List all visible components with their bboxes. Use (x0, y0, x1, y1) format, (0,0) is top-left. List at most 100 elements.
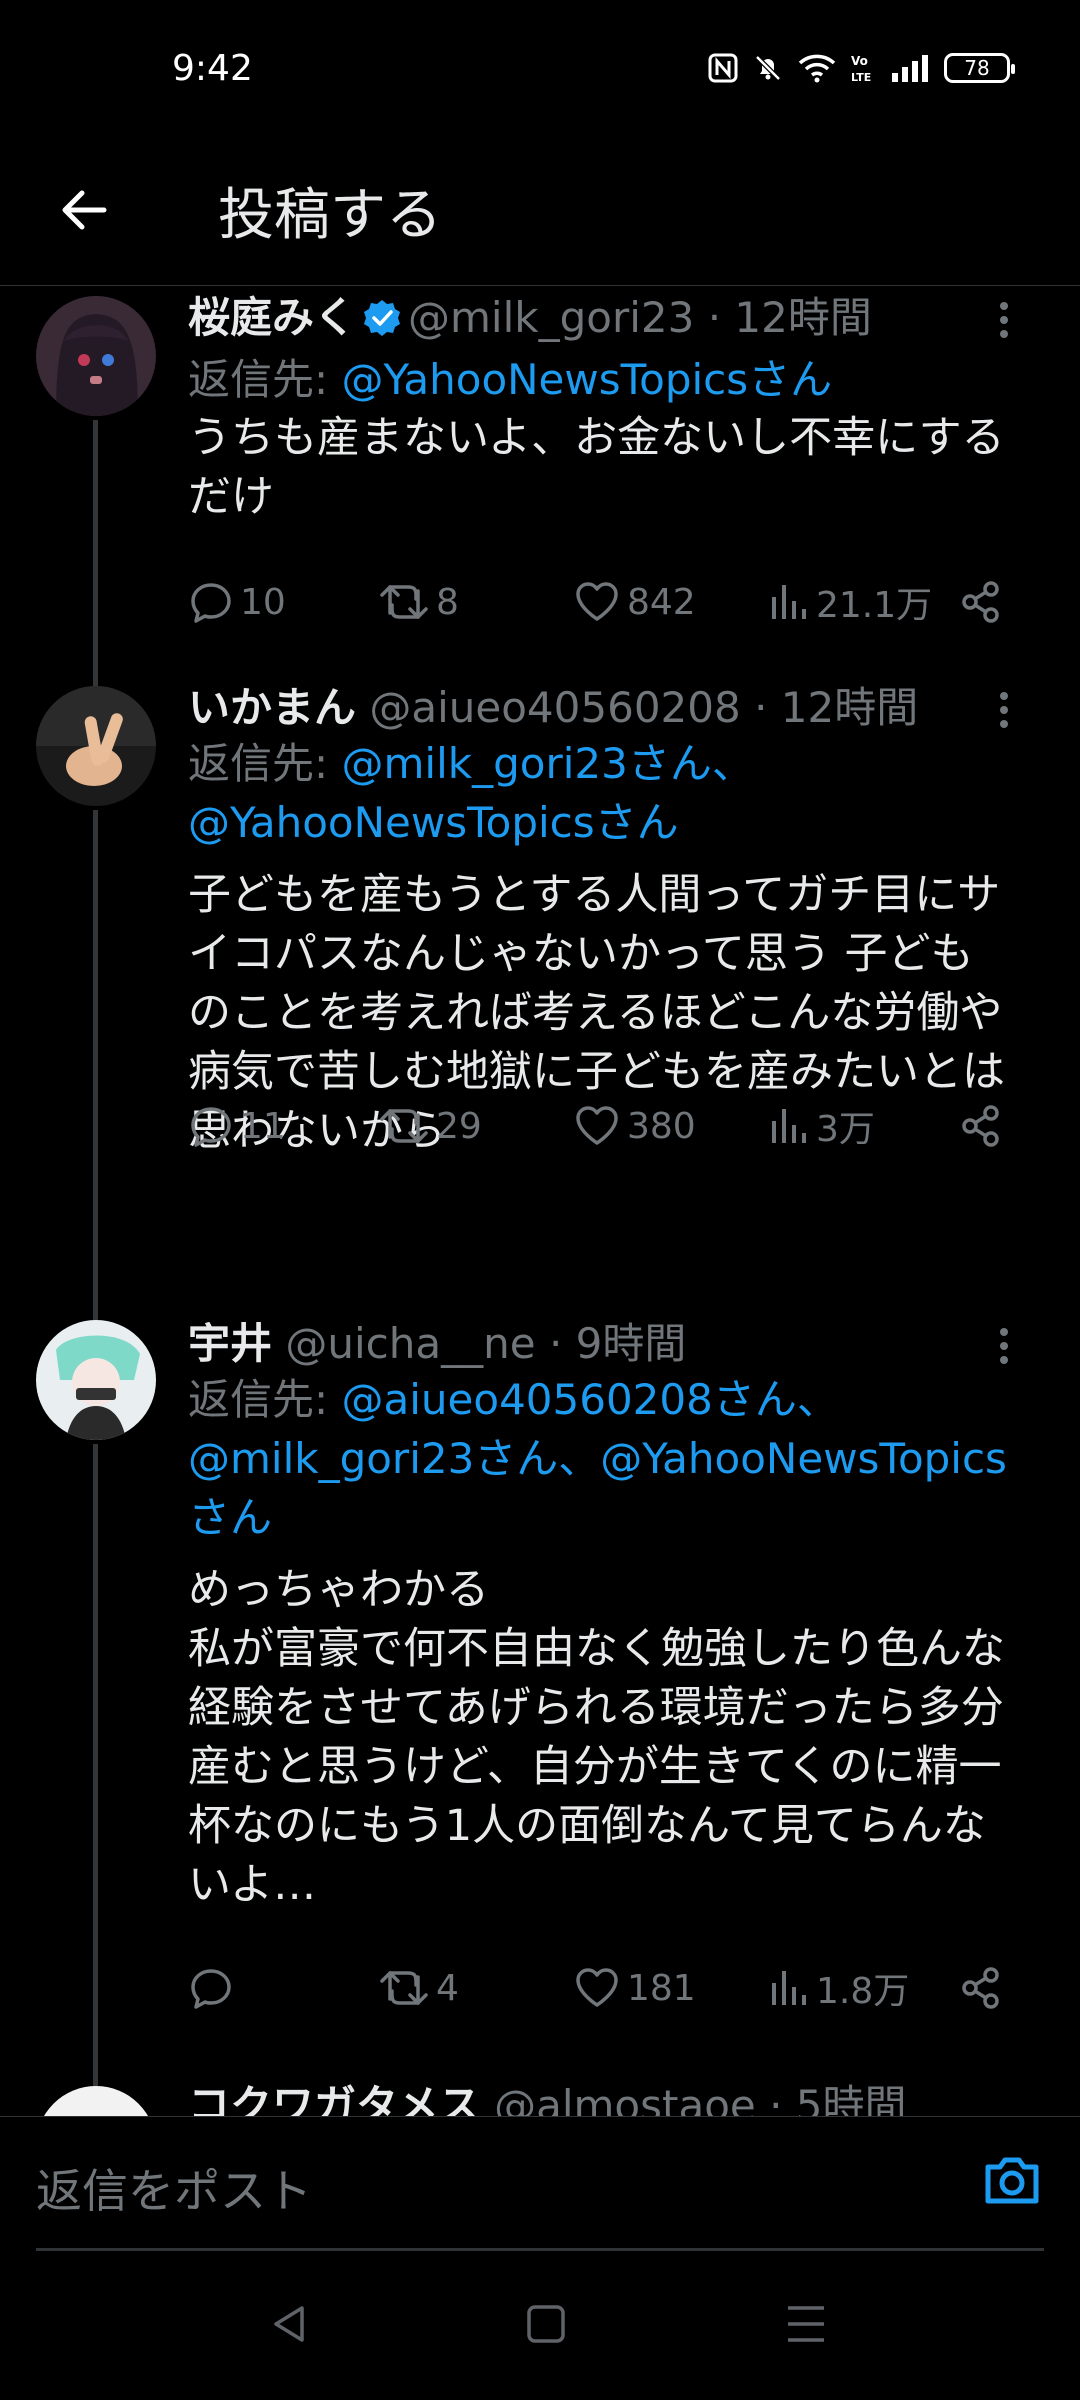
more-options-icon[interactable] (984, 1322, 1024, 1370)
reply-to-label: 返信先: (188, 739, 342, 788)
share-button[interactable] (958, 1965, 1004, 2011)
mention-link[interactable]: @YahooNewsTopicsさん (342, 355, 833, 404)
view-count: 1.8万 (816, 1971, 910, 2012)
avatar[interactable] (36, 686, 156, 806)
views-button[interactable]: 3万 (768, 1100, 958, 1152)
system-nav-bar (0, 2252, 1080, 2400)
handle: @almostaoe (494, 2081, 756, 2116)
like-count: 181 (627, 1967, 696, 2009)
svg-text:LTE: LTE (851, 71, 871, 84)
nfc-icon (708, 53, 738, 83)
camera-icon[interactable] (980, 2147, 1044, 2215)
thread-line (93, 420, 98, 700)
reply-icon (191, 1969, 231, 2009)
tweet[interactable]: いかまん @aiueo40560208 · 12時間 返信先: @milk_go… (0, 680, 1080, 1330)
tweet-header: いかまん @aiueo40560208 · 12時間 (188, 682, 1048, 734)
avatar[interactable] (36, 2086, 156, 2116)
tweet-header: コクワガタメス @almostaoe · 5時間 (188, 2080, 1048, 2116)
tweet-header: 宇井 @uicha__ne · 9時間 (188, 1318, 1048, 1370)
thread-line (93, 810, 98, 1330)
share-icon (962, 581, 999, 623)
tweet-actions: 4 181 1.8万 (188, 1962, 1004, 2014)
retweet-icon (380, 1971, 428, 2005)
reply-button[interactable]: 11 (188, 1103, 378, 1149)
reply-input[interactable]: 返信をポスト (36, 2155, 312, 2221)
handle: @aiueo40560208 (369, 683, 741, 732)
like-button[interactable]: 380 (573, 1103, 768, 1149)
view-count: 21.1万 (816, 585, 933, 626)
retweet-count: 8 (436, 581, 459, 623)
reply-count: 11 (240, 1105, 286, 1147)
verified-badge-icon (362, 298, 402, 350)
like-button[interactable]: 181 (573, 1965, 768, 2011)
tweet[interactable]: 宇井 @uicha__ne · 9時間 返信先: @aiueo40560208さ… (0, 1318, 1080, 2094)
display-name[interactable]: 桜庭みく (188, 293, 356, 342)
share-icon (962, 1967, 999, 2009)
heart-icon (576, 582, 618, 621)
share-icon (962, 1105, 999, 1147)
retweet-icon (380, 1109, 428, 1143)
display-name[interactable]: 宇井 (188, 1319, 272, 1368)
battery-level: 78 (964, 56, 990, 80)
reply-button[interactable]: 10 (188, 579, 378, 625)
status-bar: 9:42 Vo LTE 78 (0, 0, 1080, 140)
reply-count: 10 (240, 581, 286, 623)
reply-feed: 桜庭みく @milk_gori23 · 12時間 返信先: @YahooNewsT… (0, 286, 1080, 2116)
top-app-bar: 投稿する (0, 140, 1080, 286)
reply-to: 返信先: @YahooNewsTopicsさん (188, 350, 1048, 409)
timestamp: · 9時間 (548, 1319, 687, 1368)
tweet-text: うちも産まないよ、お金ないし不幸にする だけ (188, 413, 1005, 522)
status-icons: Vo LTE 78 (708, 52, 1015, 84)
avatar[interactable] (36, 296, 156, 416)
timestamp: · 12時間 (707, 293, 872, 342)
reply-to-label: 返信先: (188, 355, 342, 404)
share-button[interactable] (958, 579, 1004, 625)
nav-menu-icon[interactable] (784, 2302, 828, 2350)
share-button[interactable] (958, 1103, 1004, 1149)
nav-back-icon[interactable] (268, 2302, 312, 2350)
bell-off-icon (752, 52, 784, 84)
reply-composer[interactable]: 返信をポスト (0, 2116, 1080, 2253)
tweet[interactable]: 桜庭みく @milk_gori23 · 12時間 返信先: @YahooNewsT… (0, 286, 1080, 700)
view-count: 3万 (816, 1109, 875, 1150)
tweet-text: めっちゃわかる 私が富豪で何不自由なく勉強したり色んな 経験をさせてあげられる環… (188, 1565, 1005, 1910)
reply-icon (191, 583, 231, 623)
tweet[interactable]: コクワガタメス @almostaoe · 5時間 (0, 2081, 1080, 2116)
retweet-icon (380, 585, 428, 619)
tweet-actions: 11 29 380 3万 (188, 1100, 1004, 1152)
views-chart-icon (772, 1109, 806, 1143)
status-time: 9:42 (172, 48, 253, 89)
retweet-button[interactable]: 4 (378, 1965, 573, 2011)
retweet-button[interactable]: 8 (378, 579, 573, 625)
reply-to: 返信先: @milk_gori23さん、 @YahooNewsTopicsさん (188, 734, 1048, 852)
views-chart-icon (772, 585, 806, 619)
more-options-icon[interactable] (984, 686, 1024, 734)
avatar[interactable] (36, 1320, 156, 1440)
retweet-button[interactable]: 29 (378, 1103, 573, 1149)
tweet-actions: 10 8 842 21.1万 (188, 576, 1004, 628)
composer-divider (36, 2248, 1044, 2251)
views-chart-icon (772, 1971, 806, 2005)
like-button[interactable]: 842 (573, 579, 768, 625)
more-options-icon[interactable] (984, 296, 1024, 344)
nav-home-icon[interactable] (526, 2302, 566, 2350)
views-button[interactable]: 1.8万 (768, 1962, 958, 2014)
wifi-icon (798, 53, 836, 83)
display-name[interactable]: コクワガタメス (188, 2081, 481, 2116)
volte-icon: Vo LTE (850, 52, 876, 84)
page-title: 投稿する (218, 183, 442, 248)
like-count: 380 (627, 1105, 696, 1147)
retweet-count: 4 (436, 1967, 459, 2009)
svg-text:Vo: Vo (851, 54, 868, 68)
arrow-left-icon[interactable] (52, 178, 116, 242)
display-name[interactable]: いかまん (188, 683, 356, 732)
reply-to-label: 返信先: (188, 1375, 342, 1424)
reply-button[interactable] (188, 1965, 378, 2011)
handle: @milk_gori23 (408, 293, 695, 342)
heart-icon (576, 1106, 618, 1145)
battery-icon: 78 (944, 53, 1015, 83)
heart-icon (576, 1968, 618, 2007)
signal-icon (890, 53, 930, 83)
views-button[interactable]: 21.1万 (768, 576, 958, 628)
like-count: 842 (627, 581, 696, 623)
